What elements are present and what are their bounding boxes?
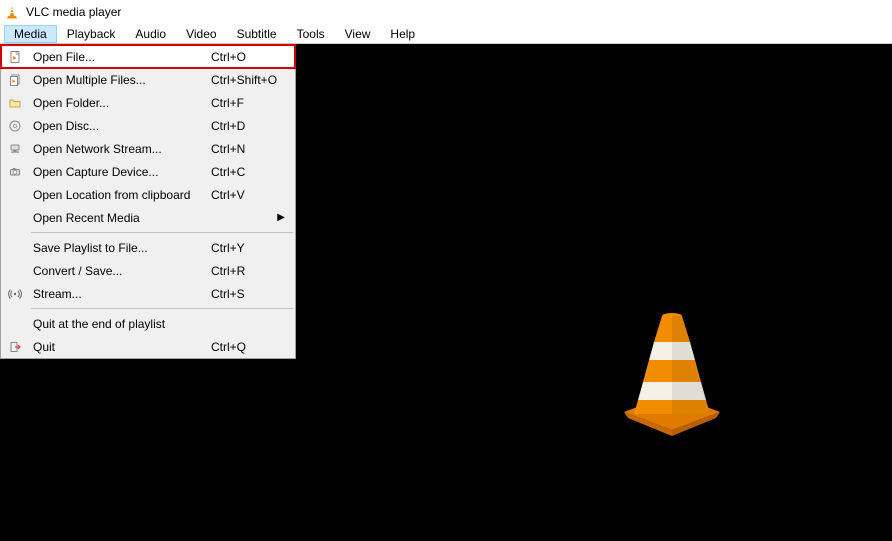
vlc-cone-icon — [4, 4, 20, 20]
menu-item-label: Quit at the end of playlist — [29, 317, 211, 331]
menu-help[interactable]: Help — [380, 25, 425, 43]
menu-item-label: Open Network Stream... — [29, 142, 211, 156]
menubar: Media Playback Audio Video Subtitle Tool… — [0, 24, 892, 44]
capture-icon — [1, 165, 29, 179]
menu-open-network-stream[interactable]: Open Network Stream... Ctrl+N — [1, 137, 295, 160]
window-title: VLC media player — [26, 5, 121, 19]
stream-icon — [1, 287, 29, 301]
menu-save-playlist[interactable]: Save Playlist to File... Ctrl+Y — [1, 236, 295, 259]
menu-open-multiple-files[interactable]: Open Multiple Files... Ctrl+Shift+O — [1, 68, 295, 91]
menu-open-capture-device[interactable]: Open Capture Device... Ctrl+C — [1, 160, 295, 183]
menu-item-shortcut: Ctrl+O — [211, 50, 295, 64]
menu-open-disc[interactable]: Open Disc... Ctrl+D — [1, 114, 295, 137]
menu-media[interactable]: Media — [4, 25, 57, 43]
menu-separator — [31, 232, 293, 233]
menu-audio[interactable]: Audio — [125, 25, 176, 43]
menu-view[interactable]: View — [335, 25, 381, 43]
menu-separator — [31, 308, 293, 309]
folder-icon — [1, 96, 29, 110]
menu-open-file[interactable]: Open File... Ctrl+O — [1, 45, 295, 68]
menu-convert-save[interactable]: Convert / Save... Ctrl+R — [1, 259, 295, 282]
menu-item-shortcut: Ctrl+C — [211, 165, 295, 179]
menu-item-label: Open Multiple Files... — [29, 73, 211, 87]
menu-open-location-clipboard[interactable]: Open Location from clipboard Ctrl+V — [1, 183, 295, 206]
menu-open-recent-media[interactable]: Open Recent Media ▶ — [1, 206, 295, 229]
menu-video[interactable]: Video — [176, 25, 226, 43]
menu-item-shortcut: Ctrl+D — [211, 119, 295, 133]
menu-item-label: Stream... — [29, 287, 211, 301]
menu-item-label: Convert / Save... — [29, 264, 211, 278]
files-icon — [1, 73, 29, 87]
chevron-right-icon: ▶ — [277, 212, 285, 223]
menu-item-shortcut: Ctrl+V — [211, 188, 295, 202]
quit-icon — [1, 340, 29, 354]
menu-item-label: Open File... — [29, 50, 211, 64]
menu-item-label: Open Capture Device... — [29, 165, 211, 179]
menu-item-label: Open Folder... — [29, 96, 211, 110]
menu-quit-end-playlist[interactable]: Quit at the end of playlist — [1, 312, 295, 335]
menu-item-shortcut: Ctrl+Y — [211, 241, 295, 255]
menu-playback[interactable]: Playback — [57, 25, 126, 43]
menu-item-label: Open Recent Media — [29, 211, 211, 225]
media-dropdown: Open File... Ctrl+O Open Multiple Files.… — [0, 44, 296, 359]
menu-item-shortcut: Ctrl+R — [211, 264, 295, 278]
menu-item-label: Open Location from clipboard — [29, 188, 211, 202]
menu-item-label: Save Playlist to File... — [29, 241, 211, 255]
menu-item-label: Open Disc... — [29, 119, 211, 133]
menu-item-shortcut: Ctrl+F — [211, 96, 295, 110]
menu-item-shortcut: Ctrl+S — [211, 287, 295, 301]
menu-open-folder[interactable]: Open Folder... Ctrl+F — [1, 91, 295, 114]
vlc-cone-logo — [612, 308, 732, 441]
menu-stream[interactable]: Stream... Ctrl+S — [1, 282, 295, 305]
menu-item-label: Quit — [29, 340, 211, 354]
menu-quit[interactable]: Quit Ctrl+Q — [1, 335, 295, 358]
menu-item-shortcut: Ctrl+N — [211, 142, 295, 156]
menu-tools[interactable]: Tools — [287, 25, 335, 43]
menu-item-shortcut: Ctrl+Shift+O — [211, 73, 295, 87]
network-icon — [1, 142, 29, 156]
file-icon — [1, 50, 29, 64]
menu-subtitle[interactable]: Subtitle — [227, 25, 287, 43]
video-area: Open File... Ctrl+O Open Multiple Files.… — [0, 44, 892, 541]
disc-icon — [1, 119, 29, 133]
titlebar: VLC media player — [0, 0, 892, 24]
menu-item-shortcut: Ctrl+Q — [211, 340, 295, 354]
